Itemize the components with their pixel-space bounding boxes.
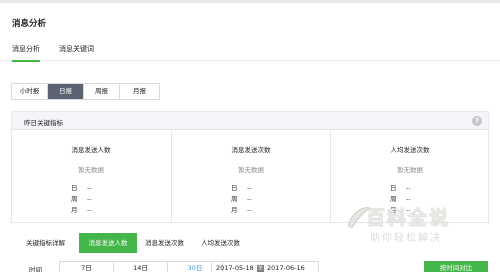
help-icon[interactable]: ?: [472, 116, 482, 126]
subnav-message-analysis[interactable]: 消息分析: [12, 44, 40, 62]
page: 消息分析 消息分析 消息关键词 小时报 日报 周报 月报 昨日关键指标 ? 消息…: [0, 0, 500, 272]
content-card: 消息分析 消息分析 消息关键词 小时报 日报 周报 月报 昨日关键指标 ? 消息…: [0, 3, 500, 272]
tab-hourly[interactable]: 小时报: [12, 84, 48, 99]
watermark-title: 百科全说: [366, 207, 451, 229]
tab-monthly[interactable]: 月报: [120, 84, 159, 99]
tab-avg-per-user[interactable]: 人均发送次数: [201, 233, 240, 253]
period-7-days[interactable]: 7日: [60, 262, 114, 272]
metric-senders: 消息发送人数 暂无数据 日 -- 周 -- 月 --: [12, 131, 170, 223]
tab-senders[interactable]: 消息发送人数: [79, 233, 137, 253]
metric-title: 消息发送次数: [231, 146, 271, 154]
watermark-subtitle: 助你轻松解决: [370, 233, 442, 244]
tab-weekly[interactable]: 周报: [84, 84, 120, 99]
metric-row-day: 日 --: [71, 184, 92, 192]
watermark: 百科全说 助你轻松解决: [342, 198, 472, 250]
panel-header: 昨日关键指标 ?: [12, 112, 488, 130]
metric-title: 人均发送次数: [390, 146, 430, 154]
metric-row-month: 月 --: [71, 206, 92, 214]
no-data-text: 暂无数据: [397, 166, 423, 174]
metric-send-count: 消息发送次数 暂无数据 日 -- 周 -- 月 --: [171, 131, 329, 223]
time-label: 时间: [29, 266, 42, 272]
no-data-text: 暂无数据: [78, 166, 104, 174]
time-filter: 时间 7日 14日 30日 2017-05-18 至 2017-06-16 按时…: [11, 259, 489, 272]
date-range-picker[interactable]: 2017-05-18 至 2017-06-16: [211, 261, 319, 272]
date-separator: 至: [257, 265, 264, 272]
panel-title: 昨日关键指标: [24, 119, 63, 127]
metric-row-week: 周 --: [71, 195, 92, 203]
report-range-tabs: 小时报 日报 周报 月报: [11, 83, 160, 100]
subnav-message-keywords[interactable]: 消息关键词: [59, 44, 94, 54]
compare-by-time-button[interactable]: 按时间对比: [424, 261, 488, 272]
date-start: 2017-05-18: [216, 264, 254, 272]
metric-row-day: 日 --: [390, 184, 411, 192]
tab-key-metric-details[interactable]: 关键指标详解: [26, 233, 65, 253]
metric-row-month: 月 --: [231, 206, 252, 214]
date-end: 2017-06-16: [267, 264, 305, 272]
metric-row-day: 日 --: [231, 184, 252, 192]
no-data-text: 暂无数据: [238, 166, 264, 174]
period-selector: 7日 14日 30日: [59, 261, 223, 272]
page-title: 消息分析: [12, 19, 47, 29]
tab-daily[interactable]: 日报: [48, 84, 84, 99]
tab-send-count[interactable]: 消息发送次数: [145, 233, 184, 253]
metric-title: 消息发送人数: [71, 146, 111, 154]
period-14-days[interactable]: 14日: [114, 262, 168, 272]
metric-row-week: 周 --: [231, 195, 252, 203]
sub-navigation: 消息分析 消息关键词: [0, 39, 500, 62]
